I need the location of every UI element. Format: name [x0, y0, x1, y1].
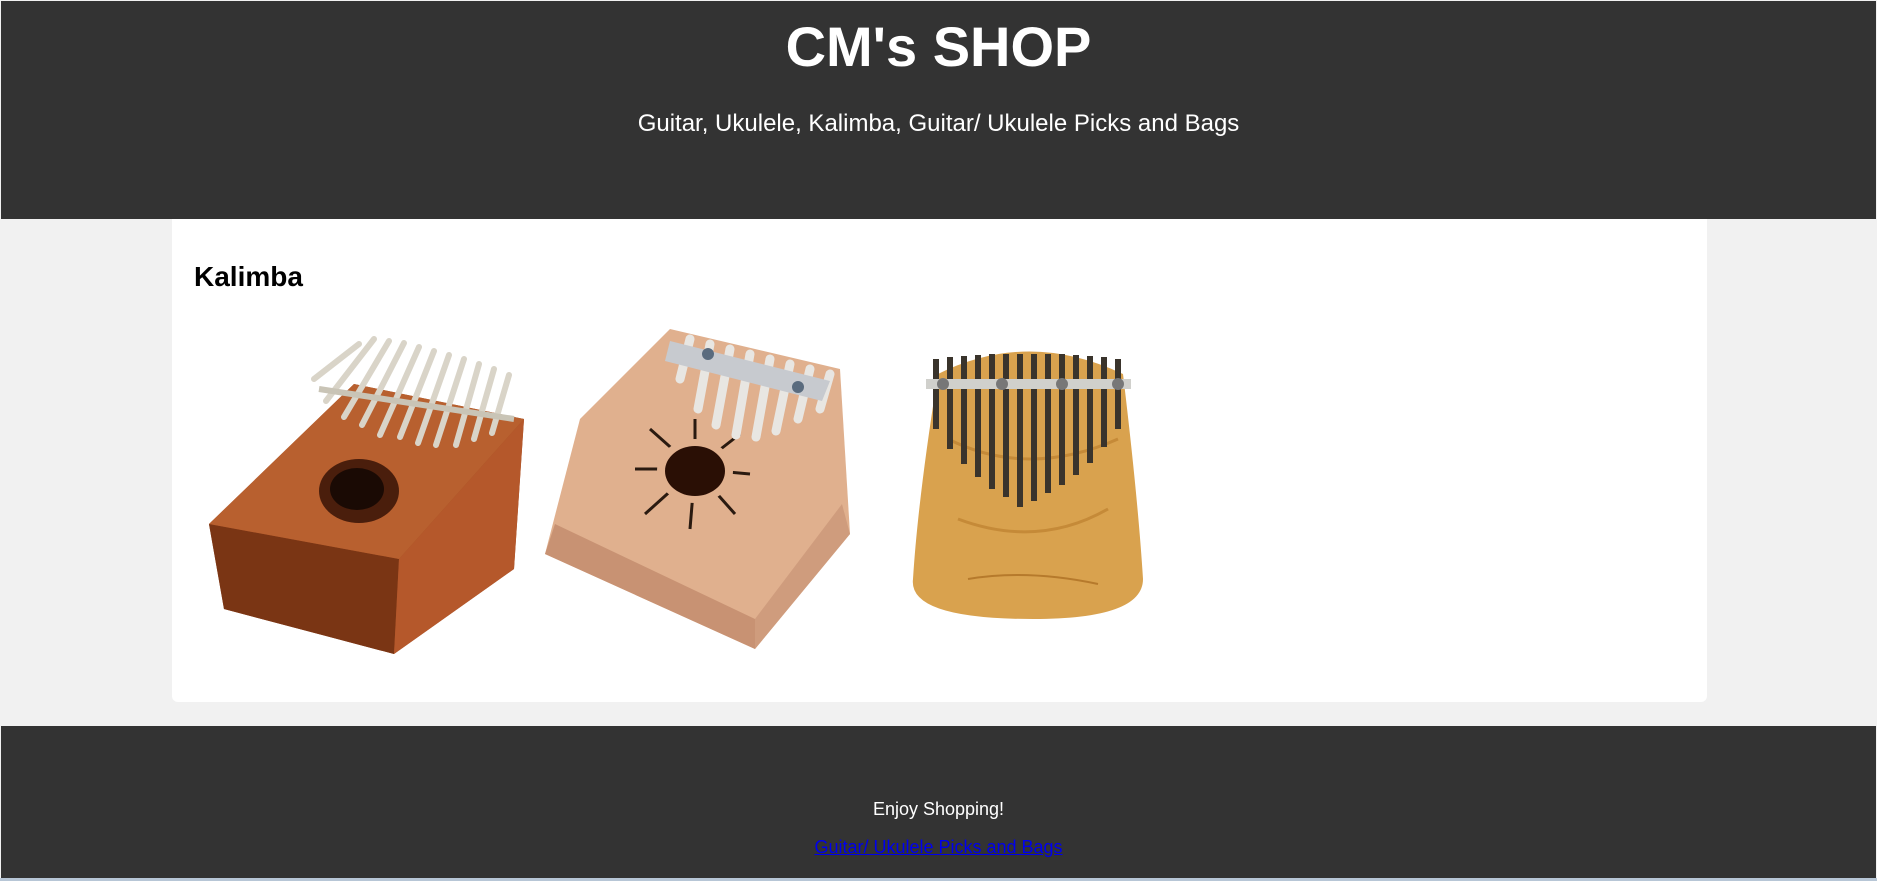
site-header: CM's SHOP Guitar, Ukulele, Kalimba, Guit…: [1, 1, 1876, 219]
section-heading: Kalimba: [194, 261, 303, 292]
footer-message: Enjoy Shopping!: [872, 799, 1005, 819]
site-title: CM's SHOP: [785, 15, 1092, 78]
picks-and-bags-link[interactable]: Guitar/ Ukulele Picks and Bags: [1, 836, 1876, 858]
kalimba-mahogany-image[interactable]: [194, 319, 534, 659]
kalimba-light-wood-image[interactable]: [540, 319, 880, 659]
product-section: Kalimba: [172, 219, 1707, 702]
site-footer: Enjoy Shopping! Guitar/ Ukulele Picks an…: [1, 726, 1876, 878]
site-subtitle: Guitar, Ukulele, Kalimba, Guitar/ Ukulel…: [637, 110, 1240, 137]
kalimba-rounded-wood-image[interactable]: [888, 319, 1228, 659]
